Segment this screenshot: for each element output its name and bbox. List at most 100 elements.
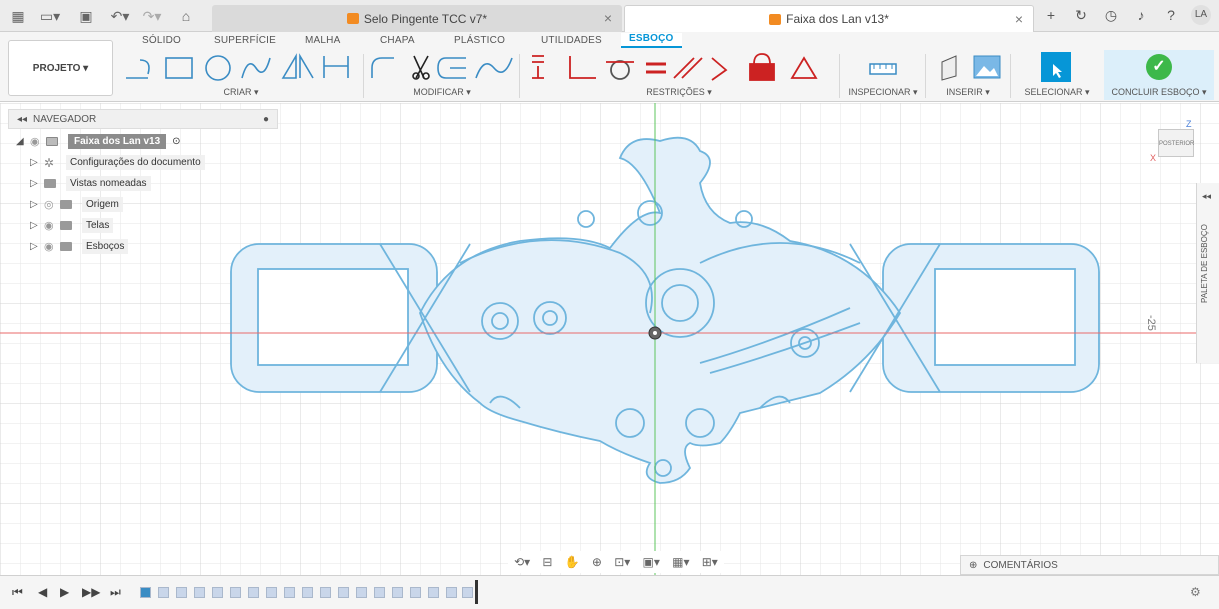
new-tab-icon[interactable]: + [1041,5,1061,25]
tab-utilidades[interactable]: UTILIDADES [541,35,602,46]
navigator-item-canvases[interactable]: ▷ ◉ Telas [8,215,278,236]
tangent-icon[interactable] [610,60,630,80]
activate-radio-icon[interactable]: ⊙ [172,136,180,147]
equal-icon[interactable] [646,62,666,74]
perpendicular-icon[interactable] [569,56,596,79]
navigator-item-origin[interactable]: ▷ ◎ Origem [8,194,278,215]
sketch-palette[interactable]: ◂◂ PALETA DE ESBOÇO [1196,183,1219,363]
timeline-feature[interactable] [462,587,473,598]
measure-icon[interactable] [842,50,924,86]
offset-tool-icon[interactable] [437,57,466,79]
dimension-label[interactable]: -25 [1145,315,1157,331]
mirror-tool-icon[interactable] [281,53,314,79]
file-menu-icon[interactable]: ▭▾ [38,6,62,26]
expand-icon[interactable]: ◢ [16,136,30,147]
viewports-icon[interactable]: ⊞▾ [702,555,718,569]
visibility-icon[interactable]: ◉ [44,240,60,253]
timeline-feature[interactable] [266,587,277,598]
grid-settings-icon[interactable]: ▦▾ [672,555,689,569]
create-menu[interactable]: CRIAR ▾ [118,87,364,98]
tab-plastico[interactable]: PLÁSTICO [454,35,505,46]
go-to-start-icon[interactable]: ⏮ [12,585,23,600]
sketch-canvas[interactable]: -25 ◂◂ NAVEGADOR ● ◢ ◉ Faixa dos Lan v13… [0,103,1219,575]
expand-icon[interactable]: ▷ [30,178,44,189]
timeline-feature[interactable] [374,587,385,598]
avatar[interactable]: LA [1191,5,1211,25]
timeline-marker[interactable] [475,580,478,604]
coincident-icon[interactable] [711,57,728,81]
tab-malha[interactable]: MALHA [305,35,340,46]
fit-icon[interactable]: ⊡▾ [614,555,630,569]
timeline-feature[interactable] [320,587,331,598]
left-window[interactable] [257,268,409,366]
close-tab-icon[interactable]: × [1015,11,1023,27]
comments-panel[interactable]: ⊕ COMENTÁRIOS [960,555,1219,575]
tab-faixa-dos-lan[interactable]: Faixa dos Lan v13* × [624,5,1034,32]
circle-tool-icon[interactable] [205,55,231,81]
visibility-icon[interactable]: ◉ [30,135,46,148]
visibility-icon[interactable]: ◉ [44,219,60,232]
step-back-icon[interactable]: ◀ [38,585,47,599]
navigator-item-document-settings[interactable]: ▷ ✲ Configurações do documento [8,152,278,173]
timeline-feature[interactable] [212,587,223,598]
insert-menu[interactable]: INSERIR ▾ [928,87,1008,98]
dimension-tool-icon[interactable] [323,56,349,78]
help-icon[interactable]: ? [1161,5,1181,25]
fillet-tool-icon[interactable] [371,57,394,78]
fix-icon[interactable] [753,53,771,65]
timeline-feature[interactable] [176,587,187,598]
timeline-feature[interactable] [248,587,259,598]
move-tool-icon[interactable] [475,57,513,79]
look-at-icon[interactable]: ⊟ [542,555,552,569]
trim-tool-icon[interactable] [413,55,429,79]
inspect-menu[interactable]: INSPECIONAR ▾ [842,87,924,98]
timeline-feature[interactable] [428,587,439,598]
viewcube[interactable]: POSTERIOR [1158,129,1194,157]
horizontal-vertical-icon[interactable] [532,55,544,79]
parallel-icon[interactable] [673,57,703,79]
timeline-feature[interactable] [356,587,367,598]
right-window[interactable] [934,268,1076,366]
timeline-feature[interactable] [194,587,205,598]
navigator-item-sketches[interactable]: ▷ ◉ Esboços [8,236,278,257]
select-icon[interactable] [1013,50,1101,86]
tab-superficie[interactable]: SUPERFÍCIE [214,35,276,46]
go-to-end-icon[interactable]: ⏭ [110,585,121,600]
finish-sketch-button[interactable]: ✓ CONCLUIR ESBOÇO ▾ [1104,50,1214,100]
tab-solido[interactable]: SÓLIDO [142,35,181,46]
expand-icon[interactable]: ▷ [30,220,44,231]
undo-icon[interactable]: ↶▾ [108,6,132,26]
apps-grid-icon[interactable]: ▦ [8,6,28,26]
step-forward-icon[interactable]: ▶▶ [82,585,100,599]
home-icon[interactable]: ⌂ [176,6,196,26]
timeline-feature[interactable] [338,587,349,598]
symmetry-icon[interactable] [790,56,818,79]
navigator-root[interactable]: ◢ ◉ Faixa dos Lan v13 ⊙ [8,131,278,152]
collapse-icon[interactable]: ◂◂ [17,114,27,125]
timeline-feature[interactable] [230,587,241,598]
timeline-feature[interactable] [392,587,403,598]
modify-menu[interactable]: MODIFICAR ▾ [366,87,518,98]
timeline-feature[interactable] [410,587,421,598]
save-icon[interactable]: ▣ [76,6,96,26]
expand-icon[interactable]: ▷ [30,199,44,210]
close-tab-icon[interactable]: × [604,10,612,26]
display-settings-icon[interactable]: ▣▾ [643,555,660,569]
timeline-feature[interactable] [158,587,169,598]
job-status-icon[interactable]: ◷ [1101,5,1121,25]
tab-esboco[interactable]: ESBOÇO [621,33,682,48]
zoom-icon[interactable]: ⊕ [592,555,602,569]
tab-selo-pingente[interactable]: Selo Pingente TCC v7* × [212,5,622,32]
expand-icon[interactable]: ▷ [30,241,44,252]
notifications-icon[interactable]: ♪ [1131,5,1151,25]
play-icon[interactable]: ▶ [60,585,69,599]
insert-derive-icon[interactable] [941,55,957,81]
line-tool-icon[interactable] [126,59,150,79]
pan-icon[interactable]: ✋ [565,555,580,569]
expand-icon[interactable]: ▷ [30,157,44,168]
hidden-icon[interactable]: ◎ [44,198,60,211]
tab-chapa[interactable]: CHAPA [380,35,415,46]
add-comment-icon[interactable]: ⊕ [969,560,977,571]
expand-palette-icon[interactable]: ◂◂ [1202,191,1211,202]
select-menu[interactable]: SELECIONAR ▾ [1013,87,1101,98]
